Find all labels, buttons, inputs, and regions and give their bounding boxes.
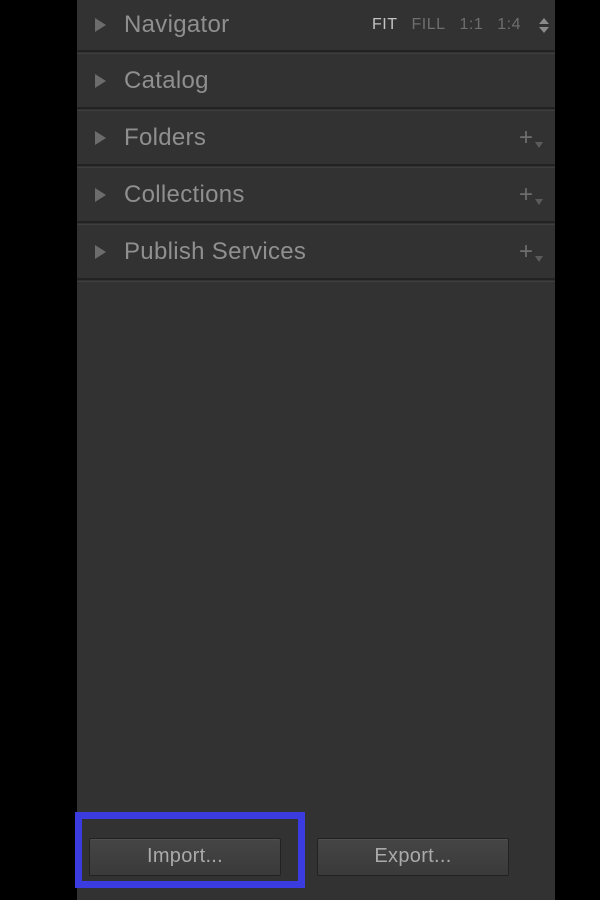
navigator-zoom-options: FIT FILL 1:1 1:4 [372, 16, 555, 34]
right-empty-strip [555, 0, 600, 900]
panel-navigator-title: Navigator [124, 11, 372, 39]
left-side-panel: Navigator FIT FILL 1:1 1:4 Catalog [0, 0, 600, 900]
zoom-1-4[interactable]: 1:4 [497, 16, 521, 34]
disclosure-triangle-icon [95, 188, 106, 202]
add-collection-button[interactable]: + [519, 183, 555, 207]
add-publish-service-button[interactable]: + [519, 240, 555, 264]
plus-icon: + [519, 183, 533, 207]
import-button[interactable]: Import... [89, 838, 281, 876]
disclosure-triangle-icon [95, 131, 106, 145]
panel-folders-title: Folders [124, 124, 519, 152]
left-empty-strip [0, 0, 77, 900]
zoom-fill[interactable]: FILL [411, 16, 445, 34]
panel-catalog-header[interactable]: Catalog [77, 54, 555, 107]
add-folder-button[interactable]: + [519, 126, 555, 150]
dropdown-triangle-icon [535, 256, 543, 262]
zoom-stepper-icon[interactable] [539, 18, 549, 33]
zoom-1-1[interactable]: 1:1 [460, 16, 484, 34]
panel-collections-header[interactable]: Collections + [77, 168, 555, 221]
plus-icon: + [519, 126, 533, 150]
dropdown-triangle-icon [535, 199, 543, 205]
export-button[interactable]: Export... [317, 838, 509, 876]
panel-container: Navigator FIT FILL 1:1 1:4 Catalog [77, 0, 555, 900]
dropdown-triangle-icon [535, 142, 543, 148]
footer-buttons: Import... Export... [77, 813, 555, 900]
disclosure-triangle-icon [95, 18, 106, 32]
zoom-fit[interactable]: FIT [372, 16, 398, 34]
panel-collections-title: Collections [124, 181, 519, 209]
panel-catalog-title: Catalog [124, 67, 555, 95]
disclosure-triangle-icon [95, 74, 106, 88]
panel-stack: Navigator FIT FILL 1:1 1:4 Catalog [77, 0, 555, 282]
panel-folders-header[interactable]: Folders + [77, 111, 555, 164]
panel-navigator-header[interactable]: Navigator FIT FILL 1:1 1:4 [77, 0, 555, 50]
panel-publish-title: Publish Services [124, 238, 519, 266]
panel-publish-header[interactable]: Publish Services + [77, 225, 555, 278]
disclosure-triangle-icon [95, 245, 106, 259]
empty-space [77, 282, 555, 900]
plus-icon: + [519, 240, 533, 264]
